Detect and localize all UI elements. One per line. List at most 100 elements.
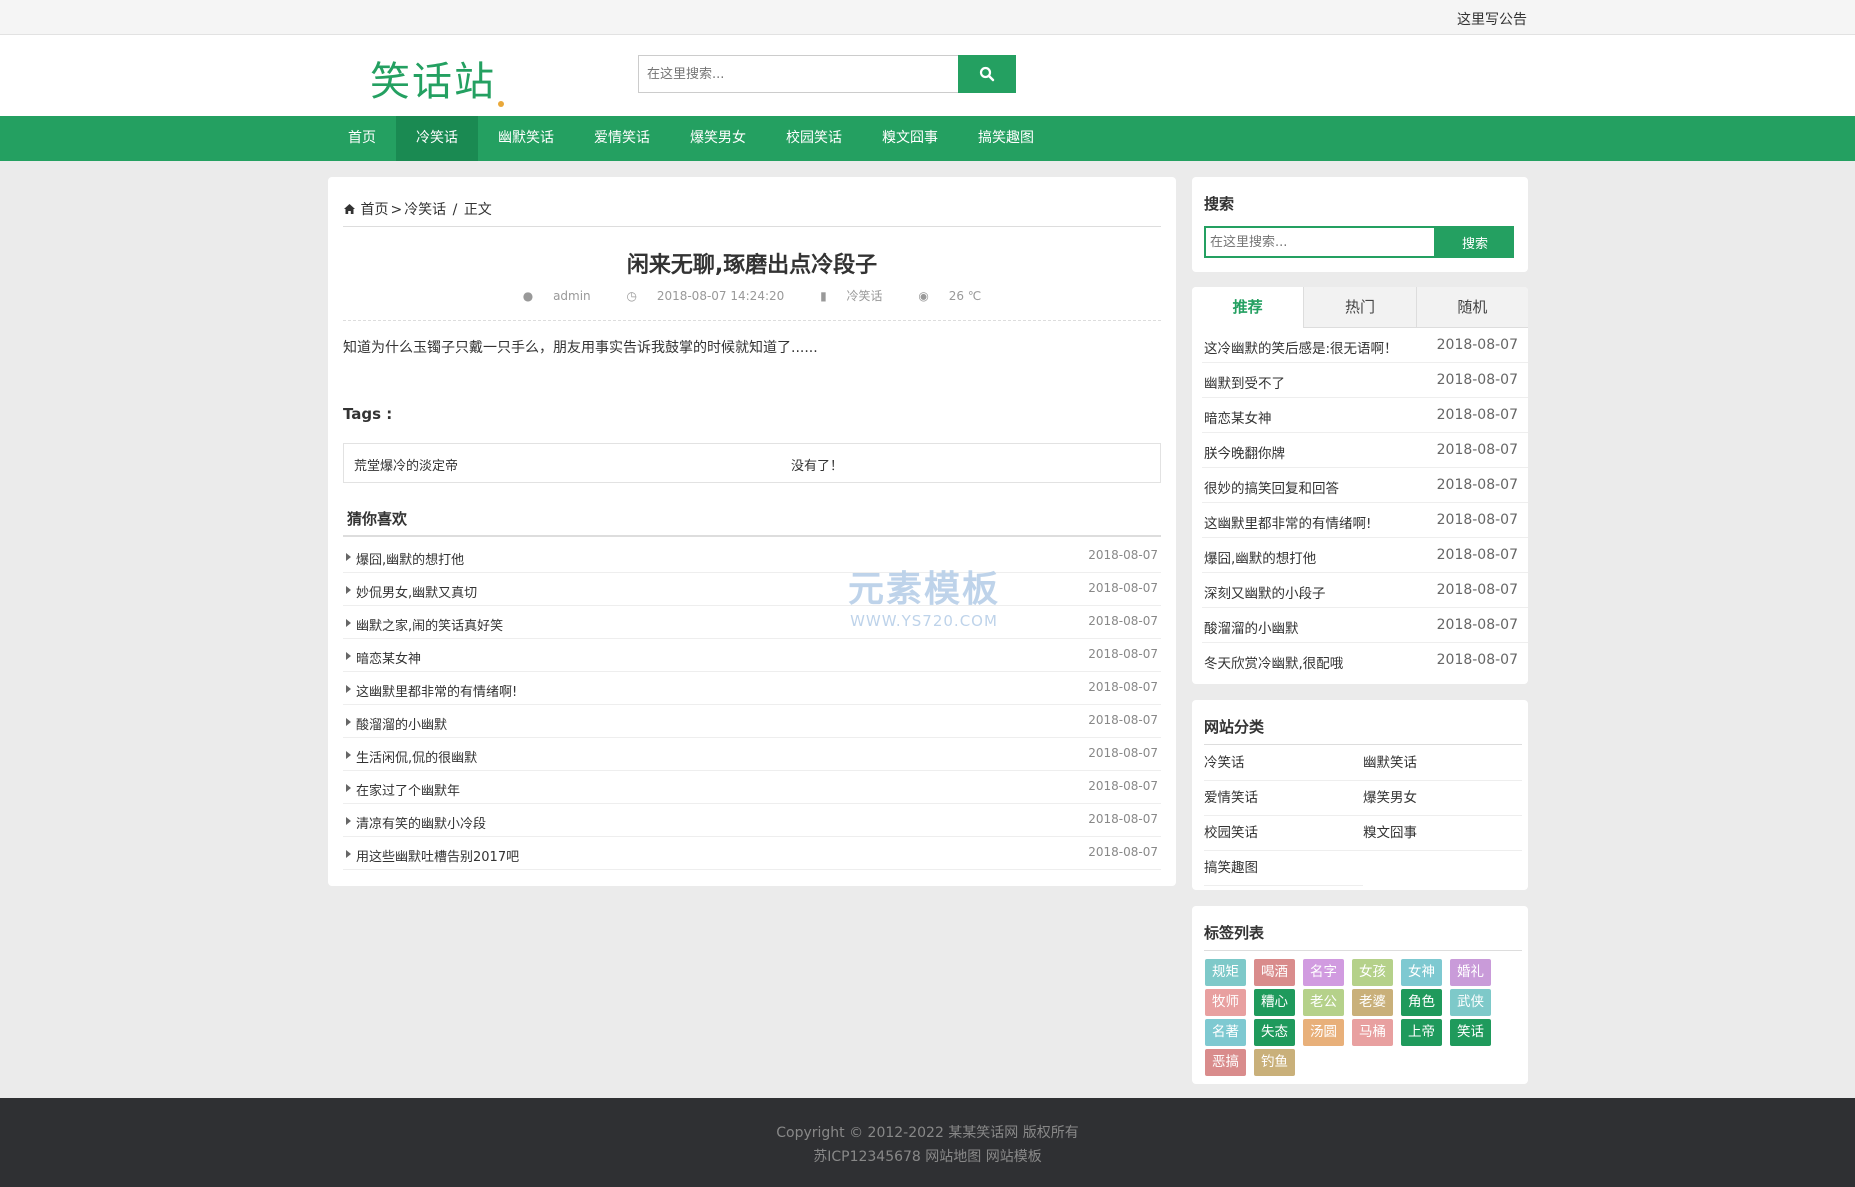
tag-badge[interactable]: 恶搞 [1205, 1049, 1246, 1076]
item-title[interactable]: 很妙的搞笑回复和回答 [1204, 477, 1339, 497]
tag-badge[interactable]: 牧师 [1205, 989, 1246, 1016]
category-link[interactable]: 幽默笑话 [1363, 746, 1522, 781]
tags-list-title: 标签列表 [1204, 924, 1265, 942]
notice-link[interactable]: 这里写公告 [1457, 9, 1527, 29]
next-article-link[interactable]: 没有了！ [791, 455, 843, 474]
tag-badge[interactable]: 失态 [1254, 1019, 1295, 1046]
item-title[interactable]: 这冷幽默的笑后感是:很无语啊！ [1204, 337, 1398, 357]
divider [343, 320, 1161, 321]
item-date: 2018-08-07 [1088, 713, 1158, 727]
header-search-button[interactable] [958, 55, 1016, 93]
sidebar-search-button[interactable]: 搜索 [1436, 226, 1514, 258]
list-item[interactable]: 这幽默里都非常的有情绪啊! 2018-08-07 [343, 672, 1161, 705]
breadcrumb-home[interactable]: 首页 [360, 202, 388, 218]
item-title[interactable]: 在家过了个幽默年 [345, 780, 460, 799]
list-item[interactable]: 朕今晚翻你牌 2018-08-07 [1202, 433, 1528, 468]
publish-time: ◷ 2018-08-07 14:24:20 [619, 289, 793, 303]
item-title[interactable]: 爆囧,幽默的想打他 [1204, 547, 1316, 567]
tab-hot[interactable]: 热门 [1303, 287, 1416, 328]
list-item[interactable]: 暗恋某女神 2018-08-07 [1202, 398, 1528, 433]
tag-badge[interactable]: 钓鱼 [1254, 1049, 1295, 1076]
tag-badge[interactable]: 名著 [1205, 1019, 1246, 1046]
tag-badge[interactable]: 上帝 [1401, 1019, 1442, 1046]
list-item[interactable]: 酸溜溜的小幽默 2018-08-07 [1202, 608, 1528, 643]
tag-badge[interactable]: 婚礼 [1450, 959, 1491, 986]
item-title[interactable]: 暗恋某女神 [1204, 407, 1272, 427]
list-item[interactable]: 很妙的搞笑回复和回答 2018-08-07 [1202, 468, 1528, 503]
tag-badge[interactable]: 糟心 [1254, 989, 1295, 1016]
item-title[interactable]: 用这些幽默吐槽告别2017吧 [345, 846, 519, 865]
tag-badge[interactable]: 武侠 [1450, 989, 1491, 1016]
list-item[interactable]: 酸溜溜的小幽默 2018-08-07 [343, 705, 1161, 738]
nav-item-love[interactable]: 爱情笑话 [574, 116, 670, 161]
list-item[interactable]: 用这些幽默吐槽告别2017吧 2018-08-07 [343, 837, 1161, 870]
tag-badge[interactable]: 角色 [1401, 989, 1442, 1016]
item-title[interactable]: 冬天欣赏冷幽默,很配哦 [1204, 652, 1343, 672]
site-logo[interactable]: 笑话站 [370, 49, 504, 107]
guess-you-like-title: 猜你喜欢 [347, 510, 408, 528]
author-name[interactable]: admin [553, 289, 591, 303]
nav-item-embarrassing[interactable]: 糗文囧事 [862, 116, 958, 161]
item-title[interactable]: 清凉有笑的幽默小冷段 [345, 813, 486, 832]
tag-badge[interactable]: 规矩 [1205, 959, 1246, 986]
tag-badge[interactable]: 老婆 [1352, 989, 1393, 1016]
tag-badge[interactable]: 喝酒 [1254, 959, 1295, 986]
item-title[interactable]: 酸溜溜的小幽默 [345, 714, 447, 733]
category-link[interactable]: 糗文囧事 [1363, 816, 1522, 851]
list-item[interactable]: 暗恋某女神 2018-08-07 [343, 639, 1161, 672]
breadcrumb-category[interactable]: 冷笑话 [404, 202, 446, 218]
item-title[interactable]: 幽默到受不了 [1204, 372, 1285, 392]
category-link[interactable]: 冷笑话 [847, 289, 883, 303]
item-title[interactable]: 暗恋某女神 [345, 648, 421, 667]
category-link[interactable]: 校园笑话 [1204, 816, 1363, 851]
list-item[interactable]: 清凉有笑的幽默小冷段 2018-08-07 [343, 804, 1161, 837]
nav-item-funny-pics[interactable]: 搞笑趣图 [958, 116, 1054, 161]
item-title[interactable]: 朕今晚翻你牌 [1204, 442, 1285, 462]
list-item[interactable]: 爆囧,幽默的想打他 2018-08-07 [1202, 538, 1528, 573]
item-date: 2018-08-07 [1436, 477, 1518, 493]
icp-links[interactable]: 苏ICP12345678 网站地图 网站模板 [0, 1146, 1855, 1166]
tag-badge[interactable]: 老公 [1303, 989, 1344, 1016]
list-item[interactable]: 生活闲侃,侃的很幽默 2018-08-07 [343, 738, 1161, 771]
category-link[interactable]: 搞笑趣图 [1204, 851, 1363, 886]
item-title[interactable]: 这幽默里都非常的有情绪啊! [345, 681, 517, 700]
sidebar-search-input[interactable] [1204, 226, 1436, 258]
item-date: 2018-08-07 [1088, 812, 1158, 826]
tab-recommend[interactable]: 推荐 [1192, 287, 1304, 328]
list-item[interactable]: 这冷幽默的笑后感是:很无语啊！ 2018-08-07 [1202, 328, 1528, 363]
nav-item-home[interactable]: 首页 [328, 116, 396, 161]
category-link[interactable]: 爱情笑话 [1204, 781, 1363, 816]
item-title[interactable]: 生活闲侃,侃的很幽默 [345, 747, 477, 766]
tag-badge[interactable]: 马桶 [1352, 1019, 1393, 1046]
article-content: 知道为什么玉镯子只戴一只手么，朋友用事实告诉我鼓掌的时候就知道了...... [343, 340, 818, 356]
item-date: 2018-08-07 [1088, 746, 1158, 760]
header-search-input[interactable] [638, 55, 958, 93]
tag-badge[interactable]: 女孩 [1352, 959, 1393, 986]
nav-item-men-women[interactable]: 爆笑男女 [670, 116, 766, 161]
item-title[interactable]: 深刻又幽默的小段子 [1204, 582, 1326, 602]
prev-article-link[interactable]: 荒堂爆冷的淡定帝 [354, 455, 458, 474]
item-title[interactable]: 幽默之家,闹的笑话真好笑 [345, 615, 503, 634]
item-title[interactable]: 酸溜溜的小幽默 [1204, 617, 1299, 637]
list-item[interactable]: 幽默到受不了 2018-08-07 [1202, 363, 1528, 398]
tag-badge[interactable]: 笑话 [1450, 1019, 1491, 1046]
item-title[interactable]: 妙侃男女,幽默又真切 [345, 582, 477, 601]
nav-item-campus[interactable]: 校园笑话 [766, 116, 862, 161]
item-title[interactable]: 爆囧,幽默的想打他 [345, 549, 464, 568]
list-item[interactable]: 爆囧,幽默的想打他 2018-08-07 [343, 540, 1161, 573]
category-link[interactable]: 冷笑话 [1204, 746, 1363, 781]
list-item[interactable]: 冬天欣赏冷幽默,很配哦 2018-08-07 [1202, 643, 1528, 678]
list-item[interactable]: 这幽默里都非常的有情绪啊! 2018-08-07 [1202, 503, 1528, 538]
list-item[interactable]: 在家过了个幽默年 2018-08-07 [343, 771, 1161, 804]
tab-random[interactable]: 随机 [1415, 287, 1528, 328]
item-title[interactable]: 这幽默里都非常的有情绪啊! [1204, 512, 1371, 532]
list-item[interactable]: 幽默之家,闹的笑话真好笑 2018-08-07 [343, 606, 1161, 639]
category-link[interactable]: 爆笑男女 [1363, 781, 1522, 816]
list-item[interactable]: 深刻又幽默的小段子 2018-08-07 [1202, 573, 1528, 608]
tag-badge[interactable]: 女神 [1401, 959, 1442, 986]
nav-item-cold-jokes[interactable]: 冷笑话 [396, 116, 478, 161]
nav-item-humor[interactable]: 幽默笑话 [478, 116, 574, 161]
tag-badge[interactable]: 名字 [1303, 959, 1344, 986]
tag-badge[interactable]: 汤圆 [1303, 1019, 1344, 1046]
list-item[interactable]: 妙侃男女,幽默又真切 2018-08-07 [343, 573, 1161, 606]
